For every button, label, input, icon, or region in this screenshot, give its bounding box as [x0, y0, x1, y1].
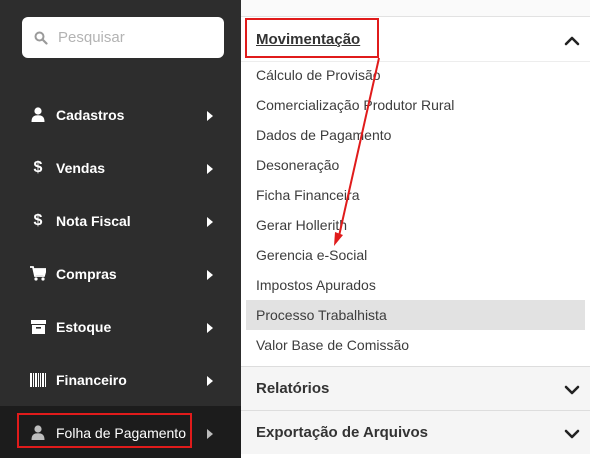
sidebar-item-label: Financeiro	[56, 371, 127, 388]
section-title: Relatórios	[256, 380, 330, 397]
caret-right-icon	[206, 215, 214, 227]
sidebar-item-label: Compras	[56, 265, 117, 282]
sidebar-item-estoque[interactable]: Estoque	[0, 300, 241, 353]
sidebar-item-nota-fiscal[interactable]: $ Nota Fiscal	[0, 194, 241, 247]
list-item[interactable]: Cálculo de Provisão	[246, 60, 585, 90]
chevron-down-icon[interactable]	[564, 427, 580, 439]
sidebar-item-vendas[interactable]: $ Vendas	[0, 141, 241, 194]
section-header-relatorios[interactable]: Relatórios	[241, 366, 590, 410]
list-item[interactable]: Gerencia e-Social	[246, 240, 585, 270]
sidebar-item-label: Cadastros	[56, 106, 125, 123]
caret-right-icon	[206, 109, 214, 121]
sidebar-item-label: Estoque	[56, 318, 112, 335]
section-title: Exportação de Arquivos	[256, 424, 428, 441]
search-icon	[34, 31, 48, 45]
caret-right-icon	[206, 162, 214, 174]
submenu-panel: Movimentação Cálculo de Provisão Comerci…	[241, 0, 590, 458]
caret-right-icon	[206, 268, 214, 280]
box-icon	[30, 319, 46, 335]
sidebar: Cadastros $ Vendas $ Nota Fiscal Compras…	[0, 0, 241, 458]
sidebar-item-label: Vendas	[56, 159, 106, 176]
list-item[interactable]: Gerar Hollerith	[246, 210, 585, 240]
user-icon	[30, 425, 46, 441]
section-header-movimentacao[interactable]: Movimentação	[241, 18, 590, 62]
chevron-up-icon[interactable]	[564, 34, 580, 46]
sidebar-item-label: Nota Fiscal	[56, 212, 131, 229]
dollar-icon: $	[33, 158, 43, 176]
sidebar-item-financeiro[interactable]: Financeiro	[0, 353, 241, 406]
search-input[interactable]	[58, 29, 208, 46]
section-title: Movimentação	[256, 31, 361, 48]
search-box[interactable]	[22, 17, 224, 58]
list-item[interactable]: Ficha Financeira	[246, 180, 585, 210]
section-header-exportacao[interactable]: Exportação de Arquivos	[241, 410, 590, 454]
list-item[interactable]: Impostos Apurados	[246, 270, 585, 300]
list-item[interactable]: Comercialização Produtor Rural	[246, 90, 585, 120]
sidebar-item-compras[interactable]: Compras	[0, 247, 241, 300]
list-item[interactable]: Valor Base de Comissão	[246, 330, 585, 360]
barcode-icon	[30, 372, 46, 388]
caret-right-icon	[206, 427, 214, 439]
list-item-active[interactable]: Processo Trabalhista	[246, 300, 585, 330]
caret-right-icon	[206, 374, 214, 386]
previous-section-edge	[241, 0, 590, 17]
chevron-down-icon[interactable]	[564, 383, 580, 395]
list-item[interactable]: Desoneração	[246, 150, 585, 180]
sidebar-item-cadastros[interactable]: Cadastros	[0, 88, 241, 141]
caret-right-icon	[206, 321, 214, 333]
sidebar-item-folha-de-pagamento[interactable]: Folha de Pagamento	[0, 406, 241, 458]
user-icon	[30, 107, 46, 123]
cart-icon	[30, 266, 46, 282]
list-item[interactable]: Dados de Pagamento	[246, 120, 585, 150]
dollar-icon: $	[33, 211, 43, 229]
sidebar-item-label: Folha de Pagamento	[56, 424, 186, 441]
